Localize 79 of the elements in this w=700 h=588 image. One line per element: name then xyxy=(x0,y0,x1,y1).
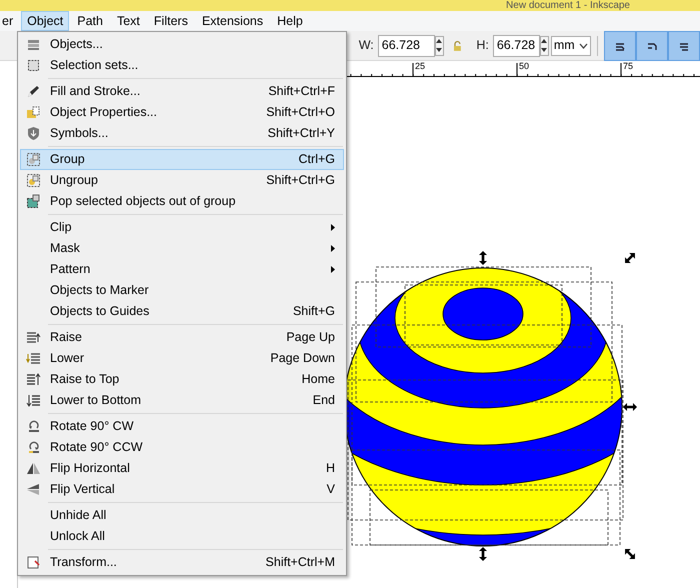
menu-bar-item[interactable]: Object xyxy=(21,11,70,31)
menu-item[interactable]: Rotate 90° CW xyxy=(20,416,344,437)
menu-item[interactable]: Object Properties... Shift+Ctrl+O xyxy=(20,102,344,123)
caret-icon xyxy=(578,42,588,48)
bars-arrow-icon xyxy=(26,330,41,345)
width-input[interactable]: 66.728 xyxy=(378,34,435,56)
menu-item[interactable]: Mask xyxy=(20,238,344,259)
menu-item[interactable]: Objects... xyxy=(20,34,344,55)
stack-icon xyxy=(26,37,41,52)
menu-bar-item[interactable]: Help xyxy=(271,11,309,31)
menu-item[interactable]: Flip Horizontal H xyxy=(20,458,344,479)
lock-icon[interactable] xyxy=(452,40,462,50)
shortcut-text: End xyxy=(312,392,335,410)
shortcut-text: Page Up xyxy=(286,329,335,346)
height-input[interactable]: 66.728 xyxy=(492,34,540,56)
menu-item[interactable]: Flip Vertical V xyxy=(20,479,344,500)
dashed-group-icon xyxy=(26,173,41,188)
bars-arrow-icon xyxy=(26,372,41,387)
menu-item[interactable]: Rotate 90° CCW xyxy=(20,437,344,458)
rotate-icon xyxy=(26,419,41,434)
menu-item[interactable]: Pattern xyxy=(20,259,344,280)
menu-item[interactable]: Unlock All xyxy=(20,526,344,547)
menu-item[interactable]: Objects to Marker xyxy=(20,280,344,301)
menu-item[interactable]: Transform... Shift+Ctrl+M xyxy=(20,552,344,573)
scale-handle-icon[interactable] xyxy=(623,403,637,411)
shortcut-text: V xyxy=(326,481,335,498)
ruler-label: 50 xyxy=(519,61,530,71)
dashed-square-icon xyxy=(26,58,41,73)
menu-item[interactable]: Ungroup Shift+Ctrl+G xyxy=(20,170,344,191)
shortcut-text: Shift+Ctrl+M xyxy=(266,554,335,572)
menu-bar-item[interactable]: Path xyxy=(71,11,109,31)
bars-arrow-icon xyxy=(26,393,41,408)
pencil-icon xyxy=(26,84,41,99)
toggle-button[interactable] xyxy=(604,30,636,60)
ruler-label: 25 xyxy=(415,61,426,71)
toggle-button[interactable] xyxy=(636,30,668,60)
menu-item[interactable]: Symbols... Shift+Ctrl+Y xyxy=(20,123,344,144)
menu-item[interactable]: Pop selected objects out of group xyxy=(20,191,344,212)
menu-item[interactable]: Objects to Guides Shift+G xyxy=(20,301,344,322)
shortcut-text: Shift+G xyxy=(292,303,335,320)
menu-item[interactable]: Unhide All xyxy=(20,505,344,526)
shortcut-text: Shift+Ctrl+F xyxy=(268,83,335,100)
menu-item[interactable]: Selection sets... xyxy=(20,55,344,76)
flip-icon xyxy=(26,461,41,476)
menu-bar-item[interactable]: Filters xyxy=(148,11,194,31)
scale-handle-icon[interactable] xyxy=(625,253,635,263)
shortcut-text: Shift+Ctrl+Y xyxy=(268,125,335,142)
shortcut-text: Page Down xyxy=(270,350,335,368)
rotate-icon xyxy=(26,440,41,455)
menu-item[interactable]: Fill and Stroke... Shift+Ctrl+F xyxy=(20,81,344,102)
flip-icon xyxy=(26,482,41,497)
bars-arrow-icon xyxy=(26,351,41,366)
menu-item[interactable]: Raise Page Up xyxy=(20,327,344,348)
shortcut-text: Shift+Ctrl+G xyxy=(266,172,335,190)
scale-handle-icon[interactable] xyxy=(479,547,487,561)
shortcut-text: Shift+Ctrl+O xyxy=(266,104,335,122)
menu-bar-item[interactable]: Extensions xyxy=(196,11,270,31)
scale-handle-icon[interactable] xyxy=(479,251,487,265)
height-label: H: xyxy=(476,37,489,54)
transform-icon xyxy=(26,555,41,570)
menu-item[interactable]: Raise to Top Home xyxy=(20,369,344,390)
menu-item[interactable]: Clip xyxy=(20,217,344,238)
menu-bar-item[interactable]: Text xyxy=(110,11,146,31)
menu-bar-item[interactable]: er xyxy=(0,11,20,31)
scale-handle-icon[interactable] xyxy=(625,549,635,559)
unit-dropdown[interactable]: mm xyxy=(550,36,592,56)
shortcut-text: Ctrl+G xyxy=(298,151,335,168)
toggle-button[interactable] xyxy=(668,30,700,60)
menu-item[interactable]: Group Ctrl+G xyxy=(20,149,344,170)
menu-item[interactable]: Lower Page Down xyxy=(20,348,344,369)
window-title: New document 1 - Inkscape xyxy=(506,1,630,11)
shortcut-text: Home xyxy=(302,371,335,388)
dashed-group-icon xyxy=(26,152,41,167)
menu-item[interactable]: Lower to Bottom End xyxy=(20,390,344,411)
ruler-label: 75 xyxy=(623,61,634,71)
shortcut-text: H xyxy=(326,460,335,478)
shield-icon xyxy=(26,126,41,141)
pop-out-icon xyxy=(26,194,41,209)
width-label: W: xyxy=(358,37,374,54)
